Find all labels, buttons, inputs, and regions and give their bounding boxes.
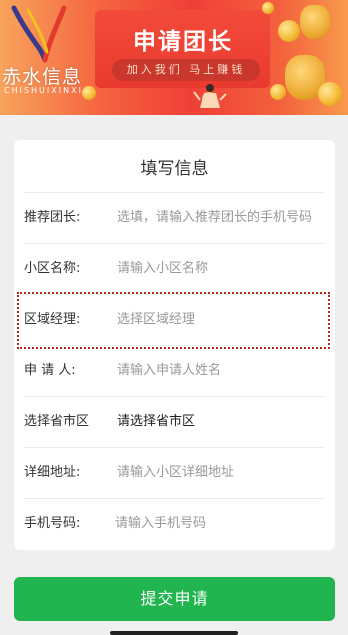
field-applicant[interactable]: 申 请 人: 请输入申请人姓名 — [14, 346, 335, 396]
coin-icon — [318, 82, 342, 106]
form-title: 填写信息 — [140, 159, 209, 179]
address-input[interactable]: 请输入小区详细地址 — [117, 448, 234, 498]
field-community-name[interactable]: 小区名称: 请输入小区名称 — [14, 244, 335, 294]
field-label: 详细地址: — [24, 465, 81, 480]
phone-input[interactable]: 请输入手机号码 — [115, 499, 206, 549]
coin-icon — [262, 2, 274, 14]
money-bag-icon — [300, 5, 330, 39]
logo-subtext: CHISHUIXINXI — [4, 86, 83, 95]
region-select[interactable]: 请选择省市区 — [117, 397, 195, 447]
coin-icon — [278, 20, 300, 42]
field-label: 选择省市区 — [24, 414, 90, 429]
person-figure-icon — [193, 84, 227, 108]
field-label: 申 请 人: — [24, 363, 76, 378]
field-label: 小区名称: — [24, 261, 81, 276]
home-indicator[interactable] — [110, 631, 238, 635]
field-phone[interactable]: 手机号码: 请输入手机号码 — [14, 499, 335, 549]
field-recommender[interactable]: 推荐团长: 选填，请输入推荐团长的手机号码 — [14, 193, 335, 243]
promo-banner: 申请团长 加入我们 马上赚钱 赤水信息 CHISHUIXINXI — [0, 0, 348, 115]
coin-icon — [270, 84, 286, 100]
highlight-box — [17, 292, 330, 349]
submit-button[interactable]: 提交申请 — [14, 577, 335, 621]
recommender-phone-input[interactable]: 选填，请输入推荐团长的手机号码 — [117, 193, 312, 243]
field-label: 推荐团长: — [24, 210, 81, 225]
applicant-name-input[interactable]: 请输入申请人姓名 — [117, 346, 221, 396]
community-name-input[interactable]: 请输入小区名称 — [117, 244, 208, 294]
banner-subtitle: 加入我们 马上赚钱 — [112, 59, 260, 81]
field-label: 手机号码: — [24, 516, 81, 531]
banner-title: 申请团长 — [133, 29, 233, 55]
field-address[interactable]: 详细地址: 请输入小区详细地址 — [14, 448, 335, 498]
field-region[interactable]: 选择省市区 请选择省市区 — [14, 397, 335, 447]
logo-text: 赤水信息 — [2, 66, 83, 88]
